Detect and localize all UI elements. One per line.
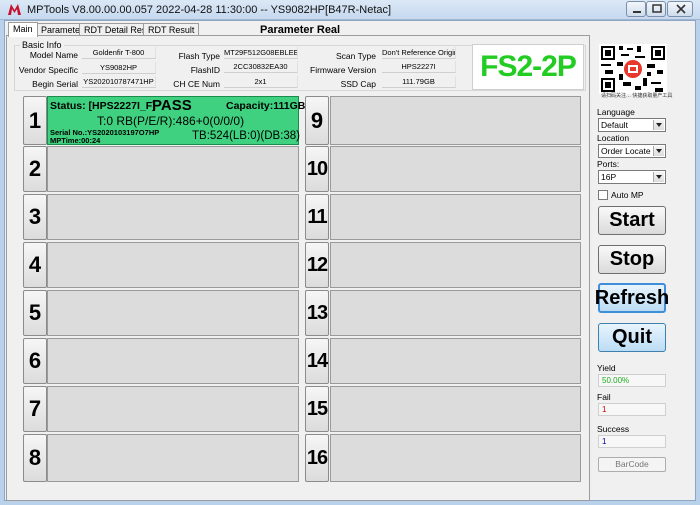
parameter-title: Parameter Real (260, 24, 341, 36)
language-select[interactable]: Default (598, 118, 666, 132)
app-logo-icon (8, 4, 21, 15)
begin-serial-field: YS202010787471HP (82, 76, 156, 88)
port-panel-5 (47, 290, 299, 336)
port-panel-16 (330, 434, 581, 482)
port-button-3[interactable]: 3 (23, 194, 47, 240)
port-button-2[interactable]: 2 (23, 146, 47, 192)
flash-id-label: FlashID (190, 65, 220, 75)
window-title: MPTools V8.00.00.00.057 2022-04-28 11:30… (27, 4, 392, 16)
fs-model-label: FS2-2P (472, 44, 584, 90)
start-button[interactable]: Start (598, 206, 666, 235)
vendor-specific-label: Vendor Specific (18, 65, 78, 75)
fail-value: 1 (598, 403, 666, 416)
port1-status: Status: [HPS2227I_F] (50, 100, 156, 112)
port-button-4[interactable]: 4 (23, 242, 47, 288)
stop-button[interactable]: Stop (598, 245, 666, 274)
port-panel-15 (330, 386, 581, 432)
barcode-button[interactable]: BarCode (598, 457, 666, 472)
scan-type-label: Scan Type (335, 51, 376, 61)
maximize-icon (652, 4, 662, 13)
model-name-field: Goldenfir T-800 (82, 47, 156, 59)
port-panel-14 (330, 338, 581, 384)
port-button-1[interactable]: 1 (23, 96, 47, 145)
port-button-7[interactable]: 7 (23, 386, 47, 432)
close-button[interactable] (667, 1, 693, 17)
ports-label: Ports: (597, 159, 620, 169)
port-panel-7 (47, 386, 299, 432)
port-panel-2 (47, 146, 299, 192)
begin-serial-label: Begin Serial (32, 79, 78, 89)
language-label: Language (597, 107, 635, 117)
ssd-cap-label: SSD Cap (340, 79, 376, 89)
ch-ce-num-label: CH CE Num (173, 79, 220, 89)
port1-capacity: Capacity:111GB (226, 100, 306, 112)
flash-type-label: Flash Type (178, 51, 220, 61)
port-button-16[interactable]: 16 (305, 434, 329, 482)
port-panel-4 (47, 242, 299, 288)
port-button-15[interactable]: 15 (305, 386, 329, 432)
firmware-version-field: HPS2227I (382, 61, 456, 73)
port-panel-1: Status: [HPS2227I_F] PASS Capacity:111GB… (47, 96, 305, 145)
success-label: Success (597, 424, 630, 434)
port-panel-12 (330, 242, 581, 288)
ch-ce-num-field: 2x1 (224, 76, 298, 88)
flash-id-field: 2CC30832EA30 (224, 61, 298, 73)
ports-select[interactable]: 16P (598, 170, 666, 184)
chevron-down-icon (653, 146, 664, 156)
port1-pass-result: PASS (152, 97, 192, 114)
port-button-8[interactable]: 8 (23, 434, 47, 482)
location-select-value: Order Locate (601, 146, 651, 156)
model-name-label: Model Name (29, 50, 78, 60)
port-panel-3 (47, 194, 299, 240)
location-select[interactable]: Order Locate (598, 144, 666, 158)
refresh-button[interactable]: Refresh (595, 283, 669, 313)
minimize-button[interactable] (626, 1, 646, 17)
port-button-11[interactable]: 11 (305, 194, 329, 240)
port-panel-8 (47, 434, 299, 482)
port1-mptime: MPTime:00:24 (50, 136, 101, 145)
yield-value: 50.00% (598, 374, 666, 387)
scan-type-field: Don't Reference Origina (382, 47, 456, 59)
firmware-version-label: Firmware Version (310, 65, 377, 75)
qr-code-icon (599, 44, 667, 94)
port-button-5[interactable]: 5 (23, 290, 47, 336)
language-select-value: Default (601, 120, 628, 130)
maximize-button[interactable] (646, 1, 666, 17)
ssd-cap-field: 111.79GB (382, 76, 456, 88)
port-panel-6 (47, 338, 299, 384)
minimize-icon (633, 11, 641, 13)
success-value: 1 (598, 435, 666, 448)
tab-main[interactable]: Main (8, 22, 38, 37)
fail-label: Fail (597, 392, 611, 402)
basic-info-legend: Basic Info (20, 40, 64, 50)
port-panel-13 (330, 290, 581, 336)
quit-button[interactable]: Quit (598, 323, 666, 352)
port-button-10[interactable]: 10 (305, 146, 329, 192)
qr-caption: 请扫码关注… 快捷获取量产工具 (601, 93, 673, 99)
title-bar: MPTools V8.00.00.00.057 2022-04-28 11:30… (0, 0, 700, 20)
close-icon (676, 4, 686, 14)
port-button-12[interactable]: 12 (305, 242, 329, 288)
port1-rb-line: T:0 RB(P/E/R):486+0(0/0/0) (97, 114, 245, 128)
flash-type-field: MT29F512G08EBLEE(B4 (224, 47, 298, 59)
port-panel-11 (330, 194, 581, 240)
port-button-13[interactable]: 13 (305, 290, 329, 336)
location-label: Location (597, 133, 630, 143)
yield-label: Yield (597, 363, 616, 373)
vendor-specific-field: YS9082HP (82, 62, 156, 74)
ports-select-value: 16P (601, 172, 617, 182)
chevron-down-icon (653, 172, 664, 182)
auto-mp-checkbox[interactable] (598, 190, 608, 200)
port-panel-10 (330, 146, 581, 192)
port1-tb: TB:524(LB:0)(DB:38) (192, 130, 301, 142)
port-panel-9 (330, 96, 581, 145)
chevron-down-icon (653, 120, 664, 130)
port-button-9[interactable]: 9 (305, 96, 329, 145)
auto-mp-label: Auto MP (611, 190, 644, 200)
port-button-6[interactable]: 6 (23, 338, 47, 384)
port-button-14[interactable]: 14 (305, 338, 329, 384)
